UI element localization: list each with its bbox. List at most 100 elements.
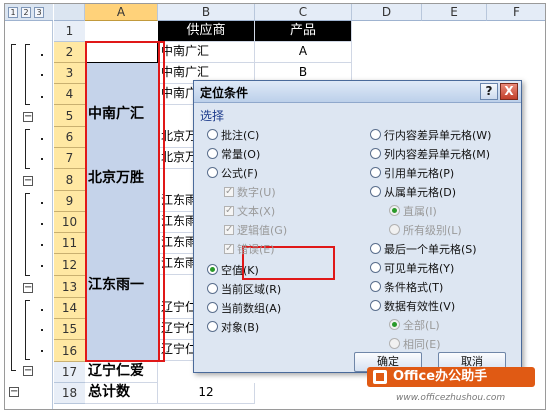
radio-icon	[370, 148, 381, 159]
row-header-11[interactable]: 11	[54, 233, 85, 254]
left-option-8[interactable]: 当前区域(R)	[207, 283, 281, 297]
option-label: 列内容差异单元格(M)	[384, 148, 491, 161]
radio-icon	[370, 167, 381, 178]
row-header-13[interactable]: 13	[54, 276, 85, 298]
column-header-e[interactable]: E	[422, 4, 487, 21]
row-header-16[interactable]: 16	[54, 340, 85, 362]
outline-pane: 1 2 3 − − − − −	[5, 4, 53, 409]
option-label: 直属(I)	[403, 205, 437, 218]
outline-level-2-button[interactable]: 2	[21, 7, 31, 18]
outline-bracket-group1	[25, 44, 30, 105]
outline-level-3-button[interactable]: 3	[34, 7, 44, 18]
row-header-4[interactable]: 4	[54, 84, 85, 105]
right-option-1[interactable]: 列内容差异单元格(M)	[370, 148, 490, 162]
row-header-18[interactable]: 18	[54, 383, 85, 404]
option-label: 空值(K)	[221, 264, 259, 277]
row-header-9[interactable]: 9	[54, 191, 85, 212]
option-label: 最后一个单元格(S)	[384, 243, 477, 256]
left-option-5: 逻辑值(G)	[224, 223, 288, 238]
left-option-10[interactable]: 对象(B)	[207, 321, 259, 335]
right-option-8[interactable]: 条件格式(T)	[370, 281, 443, 295]
cell-c2[interactable]: A	[255, 42, 352, 63]
left-option-2[interactable]: 公式(F)	[207, 167, 258, 181]
column-header-a[interactable]: A	[85, 4, 158, 21]
brand-badge: Office办公助手	[367, 367, 535, 387]
radio-icon	[370, 129, 381, 140]
radio-icon	[389, 319, 400, 330]
left-option-9[interactable]: 当前数组(A)	[207, 302, 281, 316]
left-option-7[interactable]: 空值(K)	[207, 264, 259, 278]
column-header-c[interactable]: C	[255, 4, 352, 21]
close-button[interactable]: X	[500, 83, 518, 100]
left-option-4: 文本(X)	[224, 204, 276, 219]
option-label: 公式(F)	[221, 167, 258, 180]
collapse-all-button[interactable]: −	[9, 387, 19, 397]
row-header-12[interactable]: 12	[54, 254, 85, 276]
radio-icon	[207, 129, 218, 140]
row-header-6[interactable]: 6	[54, 127, 85, 148]
option-label: 所有级别(L)	[403, 224, 462, 237]
checkbox-icon	[224, 185, 234, 199]
office-logo-icon	[373, 370, 387, 384]
collapse-group3-button[interactable]: −	[23, 283, 33, 293]
option-label: 逻辑值(G)	[237, 224, 288, 237]
collapse-group1-button[interactable]: −	[23, 112, 33, 122]
option-label: 从属单元格(D)	[384, 186, 457, 199]
watermark-url: www.officezhushou.com	[396, 393, 506, 403]
left-option-0[interactable]: 批注(C)	[207, 129, 259, 143]
right-option-10: 全部(L)	[389, 319, 440, 333]
outline-level-bar: 1 2 3	[5, 4, 53, 21]
option-label: 当前数组(A)	[221, 302, 282, 315]
collapse-group2-button[interactable]: −	[23, 176, 33, 186]
highlight-column-b-edge	[158, 41, 165, 362]
right-option-5: 所有级别(L)	[389, 224, 462, 238]
select-all-corner[interactable]	[54, 4, 85, 21]
option-label: 文本(X)	[237, 205, 276, 218]
cell-a17[interactable]: 辽宁仁爱	[85, 362, 158, 383]
dialog-titlebar[interactable]: 定位条件 ? X	[194, 81, 521, 103]
row-header-2[interactable]: 2	[54, 42, 85, 63]
right-option-4: 直属(I)	[389, 205, 437, 219]
radio-icon	[370, 243, 381, 254]
column-header-f[interactable]: F	[487, 4, 545, 21]
section-label: 选择	[200, 109, 225, 123]
row-header-8[interactable]: 8	[54, 169, 85, 191]
row-header-3[interactable]: 3	[54, 63, 85, 84]
right-option-0[interactable]: 行内容差异单元格(W)	[370, 129, 491, 143]
radio-icon	[207, 148, 218, 159]
left-option-6: 错误(E)	[224, 242, 275, 257]
row-header-1[interactable]: 1	[54, 21, 85, 42]
left-option-1[interactable]: 常量(O)	[207, 148, 260, 162]
radio-icon	[370, 281, 381, 292]
checkbox-icon	[224, 223, 234, 237]
column-header-d[interactable]: D	[352, 4, 422, 21]
row-header-5[interactable]: 5	[54, 105, 85, 127]
row-header-15[interactable]: 15	[54, 319, 85, 340]
radio-icon	[370, 186, 381, 197]
option-label: 全部(L)	[403, 319, 440, 332]
outline-bracket-group4	[25, 300, 30, 360]
outline-level-1-button[interactable]: 1	[8, 7, 18, 18]
column-header-b[interactable]: B	[158, 4, 255, 21]
row-header-14[interactable]: 14	[54, 298, 85, 319]
right-option-6[interactable]: 最后一个单元格(S)	[370, 243, 477, 257]
collapse-group4-button[interactable]: −	[23, 366, 33, 376]
radio-icon	[389, 224, 400, 235]
option-label: 可见单元格(Y)	[384, 262, 455, 275]
row-header-7[interactable]: 7	[54, 148, 85, 169]
right-option-2[interactable]: 引用单元格(P)	[370, 167, 454, 181]
help-button[interactable]: ?	[480, 83, 498, 100]
row-header-17[interactable]: 17	[54, 362, 85, 383]
cell-b2[interactable]: 中南广汇	[158, 42, 255, 63]
right-option-7[interactable]: 可见单元格(Y)	[370, 262, 454, 276]
right-option-9[interactable]: 数据有效性(V)	[370, 300, 455, 314]
right-option-3[interactable]: 从属单元格(D)	[370, 186, 456, 200]
cell-a18[interactable]: 总计数	[85, 383, 158, 404]
checkbox-icon	[224, 242, 234, 256]
cell-b18[interactable]: 12	[158, 383, 255, 404]
dialog-title: 定位条件	[200, 86, 249, 100]
brand-text: Office办公助手	[393, 369, 488, 384]
option-label: 引用单元格(P)	[384, 167, 455, 180]
row-header-10[interactable]: 10	[54, 212, 85, 233]
option-label: 对象(B)	[221, 321, 260, 334]
